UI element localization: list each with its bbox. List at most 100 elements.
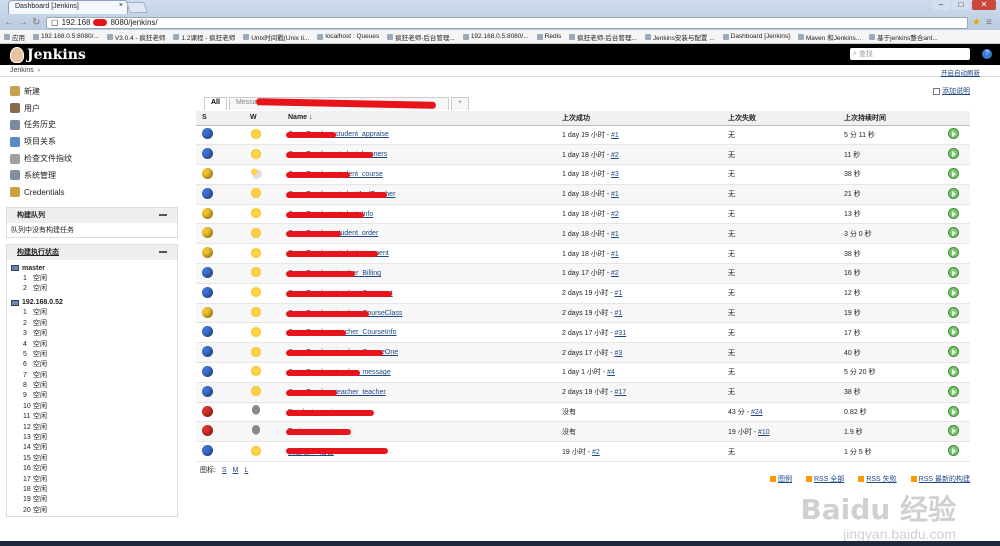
add-description-link[interactable]: 添加说明 <box>933 86 970 96</box>
sidebar-item-build-history[interactable]: 任务历史 <box>0 117 180 134</box>
weather-sun-icon[interactable] <box>250 325 262 338</box>
schedule-build-icon[interactable] <box>948 187 959 199</box>
schedule-build-icon[interactable] <box>948 247 959 259</box>
schedule-build-icon[interactable] <box>948 425 959 437</box>
job-name-link[interactable]: Testing <box>286 428 351 436</box>
size-s-link[interactable]: S <box>222 467 227 474</box>
col-status[interactable]: S <box>196 111 244 126</box>
weather-sun-icon[interactable] <box>250 266 262 279</box>
build-link[interactable]: #3 <box>615 350 623 357</box>
job-name-link[interactable]: CrazyTeacher_teacher_CourseOne <box>286 349 398 357</box>
build-status-icon[interactable] <box>202 247 213 259</box>
bookmark-item[interactable]: Redis <box>536 33 561 40</box>
schedule-build-icon[interactable] <box>948 326 959 338</box>
weather-sun-icon[interactable] <box>250 385 262 398</box>
schedule-build-icon[interactable] <box>948 286 959 298</box>
weather-sun-icon[interactable] <box>250 187 262 200</box>
bookmark-item[interactable]: 疯狂老师-后台管理... <box>387 32 455 42</box>
address-bar[interactable]: ▢ 192.168 8080/jenkins/ <box>46 16 968 29</box>
col-last-duration[interactable]: 上次持续时间 <box>838 111 942 126</box>
tab-close-icon[interactable]: × <box>119 2 123 9</box>
job-name-link[interactable]: CrazyTeacher_teacher_Comment <box>286 290 393 297</box>
weather-sun-icon[interactable] <box>250 345 262 358</box>
build-link[interactable]: #31 <box>615 330 627 337</box>
forward-icon[interactable]: → <box>18 17 28 28</box>
job-name-link[interactable]: CrazyTeacher_teacher_Billing <box>286 270 381 277</box>
build-status-icon[interactable] <box>202 148 213 160</box>
build-link[interactable]: #24 <box>751 409 763 416</box>
schedule-build-icon[interactable] <box>948 207 959 219</box>
build-link[interactable]: #4 <box>607 369 615 376</box>
schedule-build-icon[interactable] <box>948 266 959 278</box>
job-name-link[interactable]: CrazyTeacher_teacher_CourseInfo <box>286 329 397 337</box>
build-link[interactable]: #1 <box>611 132 619 139</box>
computer-name[interactable]: master <box>7 260 177 274</box>
job-name-link[interactable]: Entelecture_ci <box>286 409 374 416</box>
weather-storm-icon[interactable] <box>250 405 262 418</box>
build-status-icon[interactable] <box>202 405 213 417</box>
build-link[interactable]: #2 <box>592 449 600 456</box>
weather-sun-icon[interactable] <box>250 365 262 378</box>
star-icon[interactable]: ★ <box>972 17 982 28</box>
weather-sun-icon[interactable] <box>250 286 262 299</box>
col-name[interactable]: Name ↓ <box>282 111 556 126</box>
build-link[interactable]: #17 <box>615 389 627 396</box>
col-weather[interactable]: W <box>244 111 282 126</box>
build-status-icon[interactable] <box>202 207 213 219</box>
job-name-link[interactable]: CrazyTeacher_student_order <box>286 230 378 238</box>
build-link[interactable]: #2 <box>611 211 619 218</box>
bookmark-item[interactable]: 192.168.0.5:8080/... <box>462 33 529 40</box>
schedule-build-icon[interactable] <box>948 445 959 457</box>
maximize-button[interactable]: □ <box>952 0 970 10</box>
build-link[interactable]: #2 <box>611 152 619 159</box>
minimize-button[interactable]: – <box>932 0 950 10</box>
build-link[interactable]: #1 <box>615 310 623 317</box>
build-status-icon[interactable] <box>202 128 213 140</box>
collapse-icon[interactable] <box>159 214 167 217</box>
size-l-link[interactable]: L <box>244 467 248 474</box>
bookmark-item[interactable]: 基于jenkins整合ant... <box>869 32 938 42</box>
build-status-icon[interactable] <box>202 385 213 397</box>
bookmark-item[interactable]: 1.2课程 - 疯狂老师 <box>173 32 235 42</box>
schedule-build-icon[interactable] <box>948 148 959 160</box>
schedule-build-icon[interactable] <box>948 306 959 318</box>
sidebar-item-people[interactable]: 用户 <box>0 100 180 117</box>
bookmark-item[interactable]: Maven 和Jenkins... <box>797 32 861 42</box>
schedule-build-icon[interactable] <box>948 346 959 358</box>
bookmark-item[interactable]: 192.168.0.5:8080/... <box>33 33 99 40</box>
job-name-link[interactable]: CrazyTeacher_teacher_CourseClass <box>286 310 402 317</box>
collapse-icon[interactable] <box>159 251 167 254</box>
bookmark-item[interactable]: Jenkins安装与配置 ... <box>644 32 715 42</box>
build-status-icon[interactable] <box>202 445 213 457</box>
new-tab-button[interactable] <box>125 2 149 13</box>
rss-latest-link[interactable]: RSS 最新的构建 <box>910 474 970 484</box>
build-link[interactable]: #1 <box>615 290 623 297</box>
weather-sun-icon[interactable] <box>250 147 262 160</box>
weather-sun-icon[interactable] <box>250 246 262 259</box>
build-status-icon[interactable] <box>202 346 213 358</box>
build-link[interactable]: #1 <box>611 191 619 198</box>
job-name-link[interactable]: CrazyTeacher_student_appraise <box>286 131 389 139</box>
col-last-failure[interactable]: 上次失败 <box>722 111 838 126</box>
weather-sun-icon[interactable] <box>250 444 262 457</box>
job-name-link[interactable]: CrazyTeacher_student_info <box>286 211 373 218</box>
job-name-link[interactable]: CrazyTeacher_student_payment <box>286 250 389 258</box>
job-name-link[interactable]: 疯狂老师_后台 <box>286 447 388 457</box>
breadcrumb-jenkins[interactable]: Jenkins <box>10 67 34 74</box>
job-name-link[interactable]: CrazyTeacher_student_banners <box>286 151 387 159</box>
sidebar-item-manage-jenkins[interactable]: 系统管理 <box>0 167 180 184</box>
rss-failed-link[interactable]: RSS 失败 <box>858 474 897 484</box>
legend-link[interactable]: 图例 <box>769 474 792 484</box>
bookmark-item[interactable]: localhost : Queues <box>317 33 379 40</box>
build-status-icon[interactable] <box>202 187 213 199</box>
close-window-button[interactable]: ✕ <box>972 0 996 10</box>
build-status-icon[interactable] <box>202 266 213 278</box>
schedule-build-icon[interactable] <box>948 385 959 397</box>
bookmark-item[interactable]: Unix时间戳(Unix ti... <box>243 32 309 42</box>
weather-sun-icon[interactable] <box>250 207 262 220</box>
job-name-link[interactable]: CrazyTeacher_student_course <box>286 171 383 178</box>
job-name-link[interactable]: CrazyTeacher_studentAndTeacher <box>286 191 395 198</box>
rss-all-link[interactable]: RSS 全部 <box>805 474 844 484</box>
weather-sun-icon[interactable] <box>250 127 262 140</box>
build-status-icon[interactable] <box>202 167 213 179</box>
